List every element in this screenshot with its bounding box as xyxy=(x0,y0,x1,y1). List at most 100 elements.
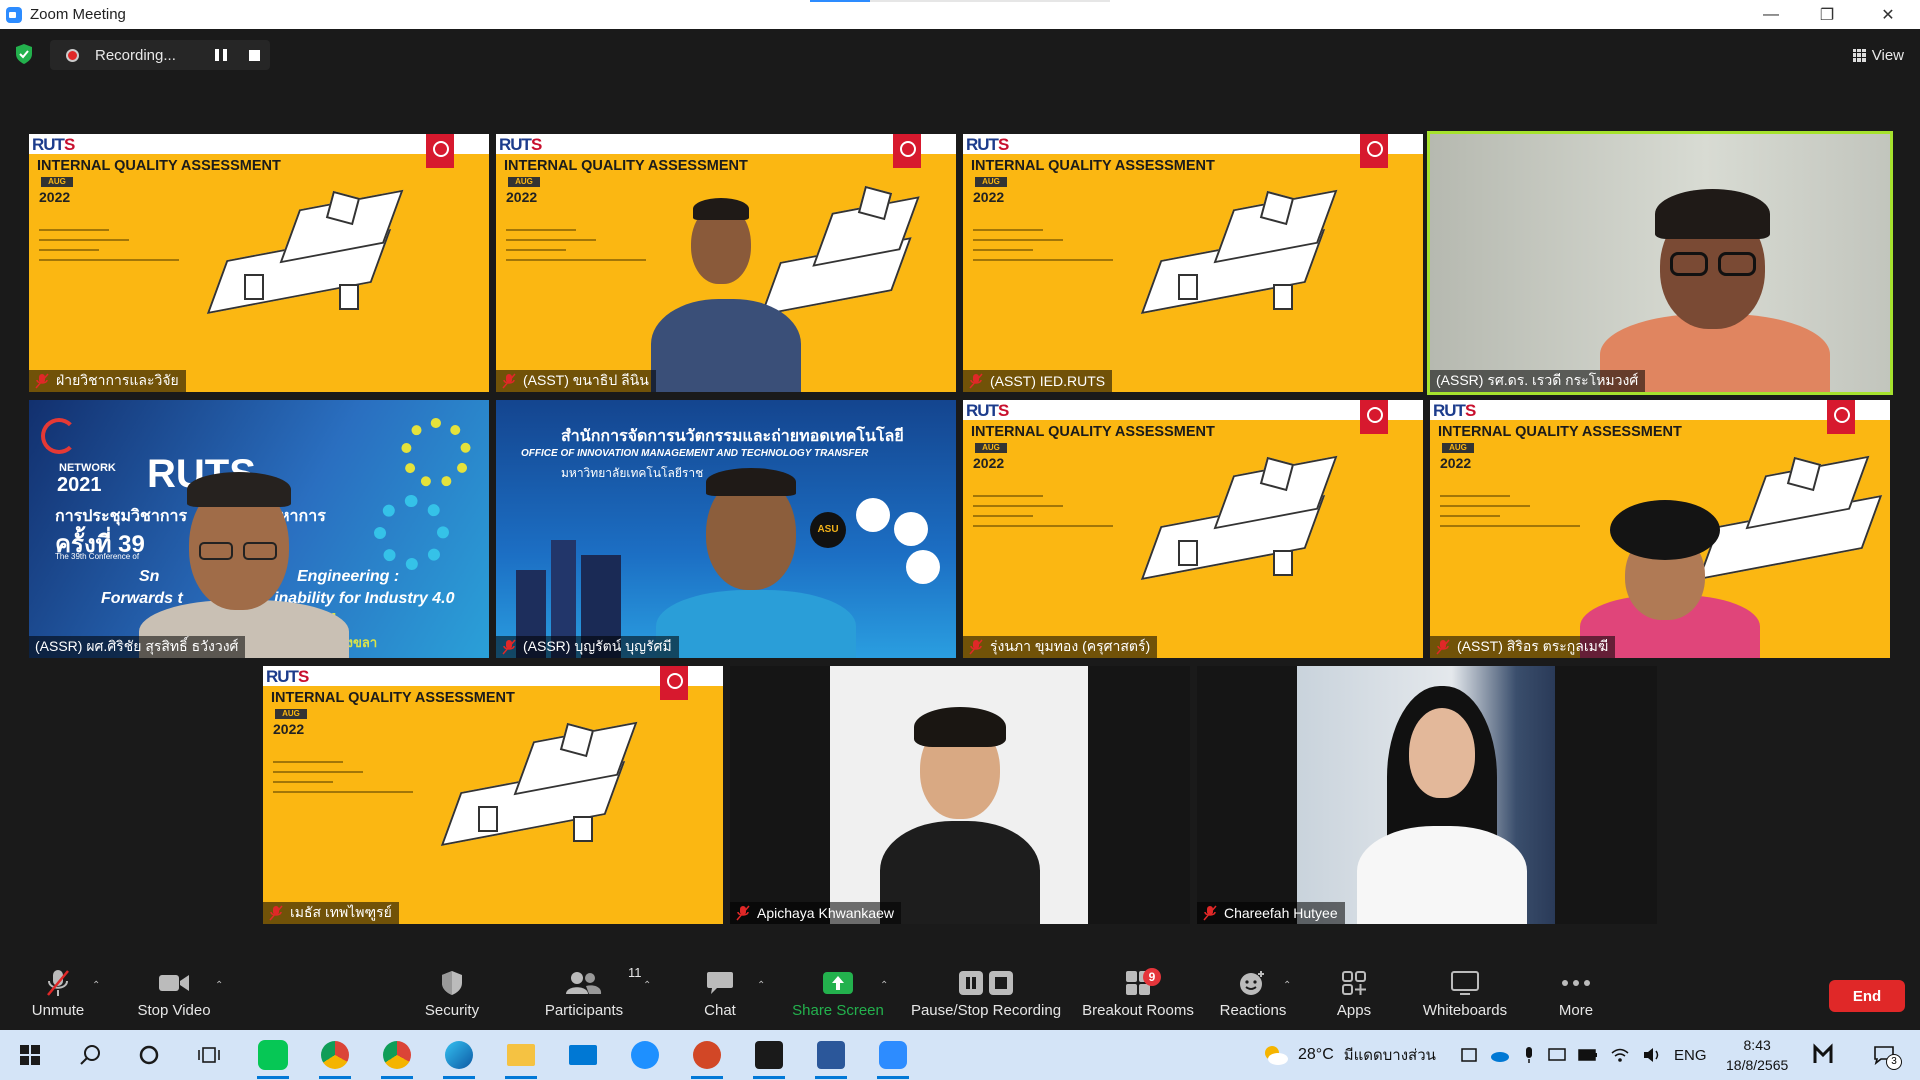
taskbar-app-icon[interactable] xyxy=(1808,1038,1844,1072)
reactions-options-caret-icon[interactable]: ⌃ xyxy=(1283,980,1293,991)
whiteboard-icon xyxy=(1451,971,1479,995)
slide-title: INTERNAL QUALITY ASSESSMENT xyxy=(271,690,515,706)
close-icon[interactable]: ✕ xyxy=(1860,0,1916,29)
stop-video-button[interactable]: Stop Video xyxy=(132,966,216,1026)
pause-recording-icon[interactable] xyxy=(215,49,227,61)
minimize-icon[interactable]: — xyxy=(1743,0,1799,29)
recording-dot-icon xyxy=(66,48,79,62)
weather-widget[interactable]: 28°C มีแดดบางส่วน xyxy=(1260,1030,1436,1080)
restore-icon[interactable]: ❐ xyxy=(1799,0,1855,29)
participant-name: ฝ่ายวิชาการและวิจัย xyxy=(56,372,179,388)
participants-button[interactable]: 11 Participants xyxy=(540,965,642,1026)
meeting-toolbar: Unmute ⌃ Stop Video ⌃ Security 11 Partic… xyxy=(0,960,1920,1030)
participant-name-bar: (ASST) ขนาธิป ลีนิน xyxy=(496,370,656,392)
participant-name-bar: เมธัส เทพไพฑูรย์ xyxy=(263,902,399,924)
muted-mic-icon xyxy=(1436,639,1450,655)
participant-name-bar: (ASST) สิริอร ตระกูลเมฆี xyxy=(1430,636,1616,658)
search-icon[interactable] xyxy=(72,1038,108,1072)
video-tile[interactable]: RUTS INTERNAL QUALITY ASSESSMENT AUG 202… xyxy=(963,400,1423,658)
display-tray-icon[interactable] xyxy=(1548,1046,1566,1064)
slide-title: INTERNAL QUALITY ASSESSMENT xyxy=(37,158,281,174)
video-tile[interactable]: RUTS INTERNAL QUALITY ASSESSMENT AUG 202… xyxy=(263,666,723,924)
participants-options-caret-icon[interactable]: ⌃ xyxy=(643,980,653,991)
security-button[interactable]: Security xyxy=(418,966,486,1026)
line-app-icon[interactable] xyxy=(255,1038,291,1079)
participant-name: (ASSR) รศ.ดร. เรวดี กระโหมวงศ์ xyxy=(1436,372,1639,388)
participant-name: (ASST) IED.RUTS xyxy=(990,373,1106,389)
powerpoint-icon[interactable] xyxy=(689,1038,725,1079)
apps-button[interactable]: Apps xyxy=(1332,966,1376,1026)
chat-button[interactable]: Chat xyxy=(695,966,745,1026)
loading-progress xyxy=(810,0,1110,2)
clock[interactable]: 8:43 18/8/2565 xyxy=(1726,1030,1788,1080)
muted-mic-icon xyxy=(969,639,983,655)
breakout-rooms-button[interactable]: 9 Breakout Rooms xyxy=(1082,966,1194,1026)
acrobat-icon[interactable] xyxy=(751,1038,787,1079)
video-tile[interactable]: Chareefah Hutyee xyxy=(1197,666,1657,924)
word-icon[interactable] xyxy=(813,1038,849,1079)
video-tile[interactable]: RUTS INTERNAL QUALITY ASSESSMENT AUG 202… xyxy=(496,134,956,392)
pause-stop-recording-icon xyxy=(959,971,1013,995)
pause-stop-recording-button[interactable]: Pause/Stop Recording xyxy=(910,966,1062,1026)
video-tile-active-speaker[interactable]: (ASSR) รศ.ดร. เรวดี กระโหมวงศ์ xyxy=(1427,131,1893,395)
video-tile[interactable]: RUTS INTERNAL QUALITY ASSESSMENT AUG 202… xyxy=(963,134,1423,392)
participant-name-bar: (ASSR) บุญรัตน์ บุญรัศมี xyxy=(496,636,679,658)
participants-icon xyxy=(566,972,602,994)
apps-icon xyxy=(1342,971,1366,995)
onedrive-cloud-icon[interactable] xyxy=(1490,1046,1510,1064)
window-title: Zoom Meeting xyxy=(30,6,126,23)
messaging-icon[interactable] xyxy=(627,1038,663,1072)
video-tile[interactable]: RUTS INTERNAL QUALITY ASSESSMENT AUG 202… xyxy=(29,134,489,392)
video-options-caret-icon[interactable]: ⌃ xyxy=(215,980,225,991)
participant-name-bar: (ASST) IED.RUTS xyxy=(963,370,1113,392)
zoom-taskbar-icon[interactable] xyxy=(875,1038,911,1079)
more-button[interactable]: More xyxy=(1554,966,1598,1026)
video-tile[interactable]: RUTS INTERNAL QUALITY ASSESSMENT AUG 202… xyxy=(1430,400,1890,658)
video-tile[interactable]: Apichaya Khwankaew xyxy=(730,666,1190,924)
notification-count: 3 xyxy=(1886,1054,1902,1070)
share-options-caret-icon[interactable]: ⌃ xyxy=(880,980,890,991)
participant-profile-person xyxy=(880,701,1040,924)
security-shield-icon xyxy=(442,971,462,995)
share-screen-button[interactable]: Share Screen xyxy=(790,966,886,1026)
chrome-profile-icon[interactable] xyxy=(379,1038,415,1079)
muted-mic-icon xyxy=(269,905,283,921)
end-meeting-button[interactable]: End xyxy=(1829,980,1905,1012)
video-tile[interactable]: NETWORK 2021 RUTS การประชุมวิชาการ หาการ… xyxy=(29,400,489,658)
chrome-icon[interactable] xyxy=(317,1038,353,1079)
audio-options-caret-icon[interactable]: ⌃ xyxy=(92,980,102,991)
muted-mic-icon xyxy=(502,373,516,389)
windows-start-icon[interactable] xyxy=(12,1038,48,1072)
presentation-slide: RUTS INTERNAL QUALITY ASSESSMENT AUG 202… xyxy=(29,134,489,392)
participants-count: 11 xyxy=(628,965,642,980)
slide-title: INTERNAL QUALITY ASSESSMENT xyxy=(1438,424,1682,440)
participant-name: (ASSR) บุญรัตน์ บุญรัศมี xyxy=(523,638,672,654)
volume-icon[interactable] xyxy=(1642,1047,1662,1063)
chat-options-caret-icon[interactable]: ⌃ xyxy=(757,980,767,991)
meet-now-icon[interactable] xyxy=(1460,1046,1478,1064)
cortana-icon[interactable] xyxy=(131,1038,167,1072)
whiteboards-button[interactable]: Whiteboards xyxy=(1418,966,1512,1026)
view-label: View xyxy=(1871,46,1904,64)
quality-badge-icon xyxy=(1827,400,1855,434)
stop-recording-icon[interactable] xyxy=(249,50,260,61)
battery-icon[interactable] xyxy=(1578,1048,1598,1062)
microphone-tray-icon[interactable] xyxy=(1522,1046,1536,1064)
reactions-button[interactable]: Reactions xyxy=(1219,966,1287,1026)
notification-center-icon[interactable]: 3 xyxy=(1866,1038,1902,1072)
mail-icon[interactable] xyxy=(565,1038,601,1072)
reactions-emoji-icon xyxy=(1240,971,1264,995)
input-language[interactable]: ENG xyxy=(1674,1047,1707,1064)
unmute-button[interactable]: Unmute xyxy=(26,966,90,1026)
mic-muted-icon xyxy=(47,970,69,996)
more-ellipsis-icon xyxy=(1562,980,1590,986)
video-tile[interactable]: สำนักการจัดการนวัตกรรมและถ่ายทอดเทคโนโลย… xyxy=(496,400,956,658)
file-explorer-icon[interactable] xyxy=(503,1038,539,1079)
video-camera-icon xyxy=(159,975,189,991)
wifi-icon[interactable] xyxy=(1610,1047,1630,1063)
view-button[interactable]: View xyxy=(1852,42,1904,68)
task-view-icon[interactable] xyxy=(191,1038,227,1072)
participant-name: (ASSR) ผศ.ศิริชัย สุรสิทธิ์ ธวังวงศ์ xyxy=(35,638,239,654)
edge-icon[interactable] xyxy=(441,1038,477,1079)
encryption-shield-icon[interactable] xyxy=(14,43,34,65)
